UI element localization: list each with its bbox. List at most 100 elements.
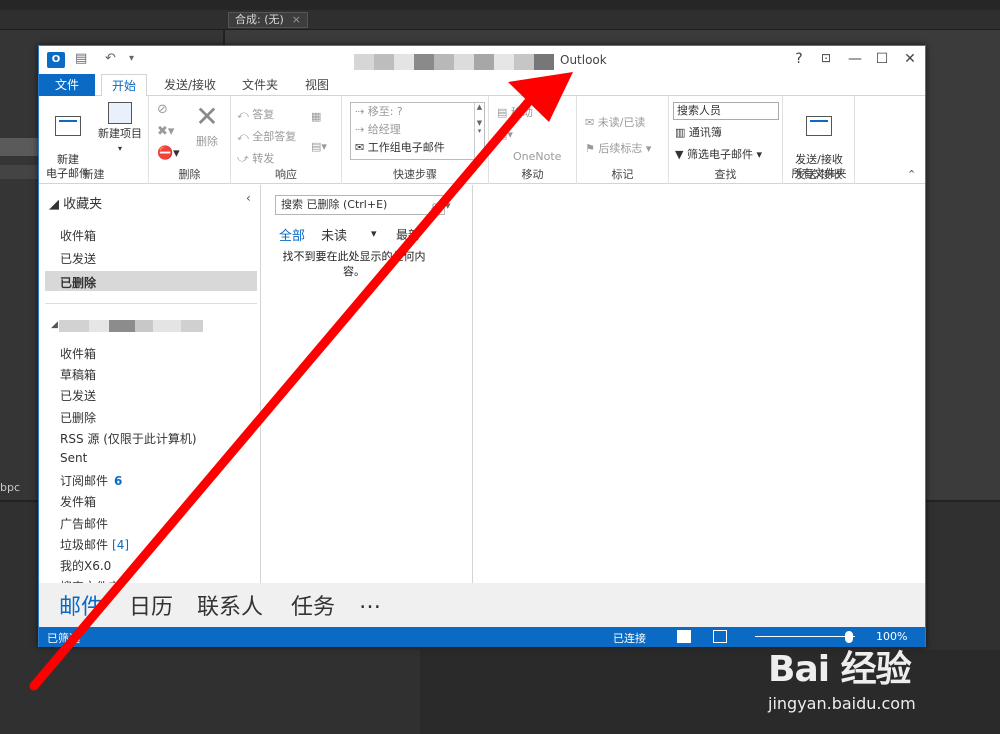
folder-label: 我的X6.0: [60, 559, 112, 573]
tab-folder[interactable]: 文件夹: [232, 74, 288, 96]
search-input[interactable]: 搜索 已删除 (Ctrl+E) ⌕: [275, 195, 445, 215]
search-scope-dropdown[interactable]: ▾: [445, 199, 451, 212]
favorite-deleted[interactable]: 已删除: [60, 274, 96, 291]
background-panel-bar: [0, 10, 1000, 30]
nav-tasks[interactable]: 任务: [291, 589, 335, 621]
account-folder-item[interactable]: 垃圾邮件 [4]: [60, 536, 129, 553]
send-receive-icon[interactable]: ▤: [75, 51, 87, 66]
quick-steps-gallery[interactable]: ⇢ 移至: ? ⇢ 给经理 ✉ 工作组电子邮件 ▲ ▼ ▾: [350, 102, 485, 160]
folder-label: 草稿箱: [60, 368, 97, 383]
more-respond-icon[interactable]: ▤▾: [311, 140, 327, 153]
search-icon[interactable]: ⌕: [431, 196, 438, 214]
account-folder-item[interactable]: 广告邮件: [60, 515, 108, 532]
onenote-button[interactable]: OneNote: [513, 150, 561, 163]
nav-mail[interactable]: 邮件: [59, 589, 103, 621]
background-comp-tab[interactable]: 合成: (无) ×: [228, 12, 309, 28]
blurred-account-header[interactable]: ◢: [51, 320, 211, 332]
reply-all-button[interactable]: ⤺ 全部答复: [237, 128, 296, 144]
send-receive-icon: [806, 116, 832, 136]
sort-dropdown[interactable]: ▾: [371, 227, 377, 240]
sort-newest[interactable]: 最新: [396, 226, 420, 243]
tab-view[interactable]: 视图: [295, 74, 339, 96]
collapse-ribbon-icon[interactable]: ⌃: [907, 168, 916, 181]
group-quick-steps: ⇢ 移至: ? ⇢ 给经理 ✉ 工作组电子邮件 ▲ ▼ ▾ 快速步骤: [342, 96, 489, 184]
favorites-header[interactable]: ◢ 收藏夹: [49, 193, 102, 212]
ribbon-display-icon[interactable]: ⊡: [816, 51, 836, 65]
undo-icon[interactable]: ↶: [105, 51, 116, 66]
folder-label: 收件箱: [60, 347, 97, 361]
tab-home[interactable]: 开始: [101, 74, 148, 97]
group-send-receive: 发送/接收 所有文件夹 发送/接收: [783, 96, 855, 184]
divider: [45, 303, 257, 304]
follow-up-button[interactable]: ⚑ 后续标志 ▾: [585, 140, 651, 156]
unread-read-button[interactable]: ✉ 未读/已读: [585, 114, 645, 130]
tab-send-receive[interactable]: 发送/接收: [154, 74, 226, 96]
baidu-watermark: Bai 经验 jingyan.baidu.com: [768, 640, 916, 713]
account-folder-item[interactable]: 发件箱: [60, 493, 96, 510]
filter-unread[interactable]: 未读: [321, 225, 347, 244]
gallery-scroll[interactable]: ▲ ▼ ▾: [474, 103, 484, 159]
meeting-icon[interactable]: ▦: [311, 110, 321, 123]
maximize-icon[interactable]: ☐: [872, 51, 892, 67]
account-folder-item[interactable]: 已发送: [60, 387, 96, 404]
favorite-sent[interactable]: 已发送: [60, 250, 96, 267]
quick-step-item[interactable]: ✉ 工作组电子邮件: [351, 139, 484, 157]
reading-view-icon[interactable]: [713, 630, 727, 643]
nav-people[interactable]: 联系人: [197, 589, 263, 621]
account-folder-item[interactable]: RSS 源 (仅限于此计算机): [60, 430, 197, 447]
outlook-window: O ▤ ↶ ▾ Outlook ? ⊡ — ☐ ✕ 文件 开始 发送/接收 文件…: [38, 45, 926, 647]
quick-step-item[interactable]: ⇢ 给经理: [351, 121, 484, 139]
close-icon[interactable]: ✕: [900, 51, 920, 67]
folder-label: RSS 源 (仅限于此计算机): [60, 431, 197, 446]
reply-button[interactable]: ⤺ 答复: [237, 106, 274, 122]
empty-message: 找不到要在此处显示的任何内容。: [282, 250, 426, 278]
group-label: 快速步骤: [393, 168, 437, 181]
folder-label: 已发送: [60, 389, 97, 404]
nav-more[interactable]: …: [359, 589, 381, 614]
search-people-input[interactable]: 搜索人员: [673, 102, 779, 120]
background-bpc-label: bpc: [0, 481, 21, 494]
account-folder-item[interactable]: 订阅邮件 6: [60, 472, 122, 489]
close-icon[interactable]: ×: [292, 13, 301, 26]
message-list-pane: 搜索 已删除 (Ctrl+E) ⌕ ▾ 全部 未读 ▾ 最新 找不到要在此处显示…: [261, 185, 473, 583]
customize-icon[interactable]: ▾: [129, 53, 134, 64]
favorite-inbox[interactable]: 收件箱: [60, 227, 96, 244]
address-book-button[interactable]: ▥ 通讯簿: [675, 124, 722, 140]
unread-count: 6: [114, 474, 123, 489]
group-tags: ✉ 未读/已读 ⚑ 后续标志 ▾ 标记: [577, 96, 669, 184]
tab-file[interactable]: 文件: [39, 74, 95, 96]
group-label: 响应: [275, 168, 297, 181]
clean-up-icon[interactable]: ✖▾: [157, 124, 174, 139]
quick-step-item[interactable]: ⇢ 移至: ?: [351, 103, 484, 121]
status-filtered: 已筛选: [47, 632, 80, 645]
window-title: Outlook: [560, 53, 607, 67]
account-folder-item[interactable]: 我的X6.0: [60, 557, 111, 574]
account-folder-item[interactable]: 已删除: [60, 409, 96, 426]
minimize-icon[interactable]: —: [845, 51, 865, 67]
zoom-slider[interactable]: [755, 636, 855, 637]
unread-count: [4]: [112, 537, 130, 552]
rules-button[interactable]: ▤▾: [497, 128, 513, 141]
account-folder-item[interactable]: 收件箱: [60, 345, 96, 362]
account-folder-item[interactable]: 草稿箱: [60, 366, 96, 383]
status-connection: 已连接: [613, 632, 646, 645]
new-items-button[interactable]: 新建项目 ▾: [95, 102, 145, 156]
watermark-logo: Bai 经验: [768, 649, 912, 690]
reading-pane: [473, 185, 925, 583]
navigation-bar: 邮件 日历 联系人 任务 …: [39, 583, 925, 627]
delete-button[interactable]: ✕ 删除: [189, 102, 225, 149]
filter-email-button[interactable]: ▼ 筛选电子邮件 ▾: [675, 146, 762, 162]
account-folder-item[interactable]: Sent: [60, 451, 87, 465]
ignore-icon[interactable]: ⊘: [157, 102, 168, 117]
collapse-pane-icon[interactable]: ‹: [246, 191, 251, 205]
normal-view-icon[interactable]: [677, 630, 691, 643]
move-button[interactable]: ▤ 移动: [497, 104, 533, 120]
filter-all[interactable]: 全部: [279, 225, 305, 244]
junk-icon[interactable]: ⛔▾: [157, 146, 180, 161]
forward-button[interactable]: ⤻ 转发: [237, 150, 274, 166]
background-strip: [0, 138, 40, 156]
help-icon[interactable]: ?: [789, 51, 809, 67]
group-find: 搜索人员 ▥ 通讯簿 ▼ 筛选电子邮件 ▾ 查找: [669, 96, 783, 184]
nav-calendar[interactable]: 日历: [129, 589, 173, 621]
outlook-icon[interactable]: O: [47, 52, 65, 68]
